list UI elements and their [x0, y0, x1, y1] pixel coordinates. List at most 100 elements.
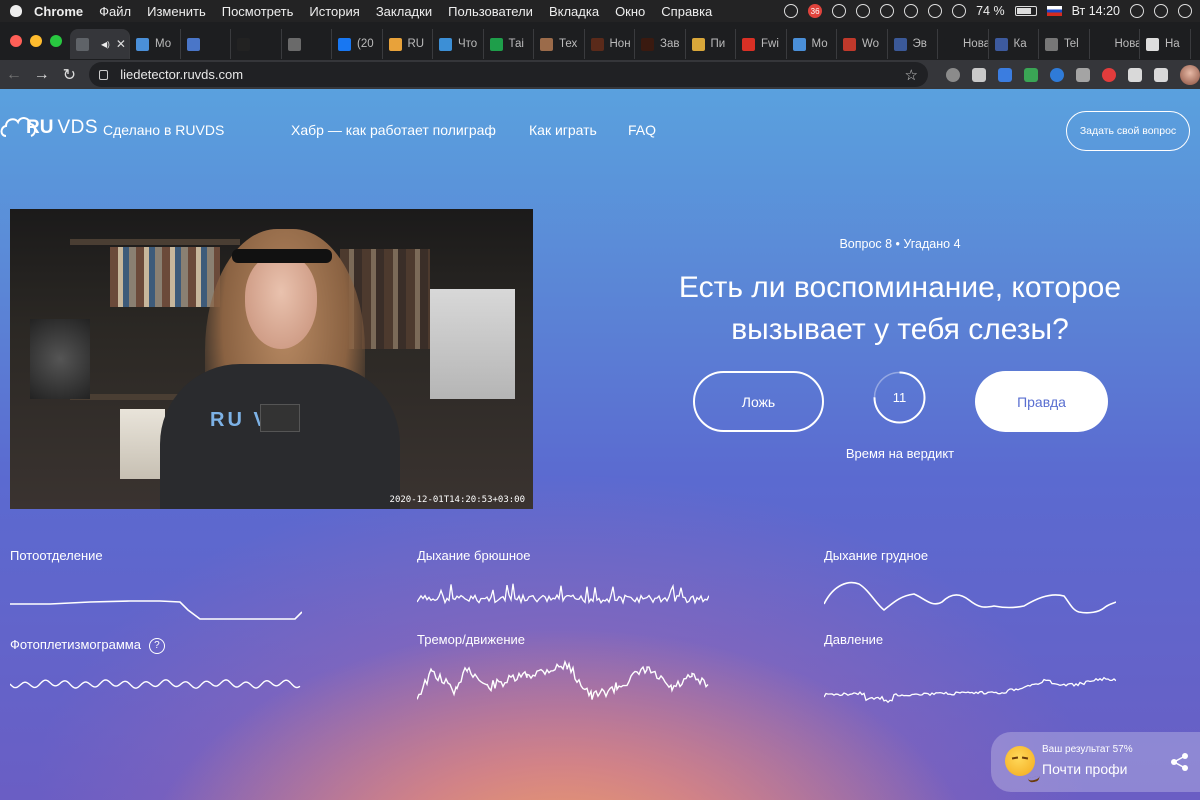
tab-label: Мо: [811, 38, 828, 50]
browser-tab[interactable]: (20: [332, 29, 383, 59]
menu-tab[interactable]: Вкладка: [541, 4, 607, 19]
tab-label: Tel: [1064, 38, 1079, 50]
browser-tab[interactable]: Tel: [1039, 29, 1090, 59]
reload-icon[interactable]: ↻: [56, 65, 84, 85]
how-to-play-link[interactable]: Как играть: [529, 122, 597, 138]
zoom-icon[interactable]: [904, 4, 919, 18]
book-cover: [120, 409, 165, 479]
sensor-label-pressure: Давление: [824, 632, 884, 647]
m-icon: [590, 37, 604, 51]
browser-tab[interactable]: [282, 29, 332, 59]
blank-page-icon: [944, 37, 957, 51]
browser-tab[interactable]: [231, 29, 282, 59]
sensor-device: [260, 404, 300, 432]
menu-people[interactable]: Пользователи: [440, 4, 541, 19]
faq-link[interactable]: FAQ: [628, 122, 656, 138]
control-center-icon[interactable]: [1178, 4, 1192, 18]
globe-extension-icon[interactable]: [945, 67, 960, 82]
menu-help[interactable]: Справка: [653, 4, 720, 19]
browser-tab[interactable]: Новая: [938, 29, 989, 59]
close-window-icon[interactable]: [10, 35, 22, 47]
translate-extension-icon[interactable]: [997, 67, 1012, 82]
browser-tab[interactable]: Fwi: [736, 29, 787, 59]
help-icon[interactable]: ?: [148, 637, 165, 654]
browser-tab[interactable]: Ка: [989, 29, 1039, 59]
lock-icon[interactable]: [99, 69, 109, 80]
bookmark-star-icon[interactable]: ☆: [905, 66, 918, 84]
menu-bookmarks[interactable]: Закладки: [368, 4, 440, 19]
vpn-icon[interactable]: [856, 4, 871, 18]
robot-extension-icon[interactable]: [1075, 67, 1090, 82]
adblock-extension-icon[interactable]: [971, 67, 986, 82]
browser-tab[interactable]: На: [1140, 29, 1191, 59]
tab-label: (20: [357, 38, 374, 50]
apple-icon[interactable]: [6, 0, 26, 22]
yc-icon: [287, 37, 301, 51]
speaker-icon[interactable]: ◀): [101, 40, 110, 49]
minimize-window-icon[interactable]: [30, 35, 42, 47]
truth-button[interactable]: Правда: [975, 371, 1108, 432]
spotlight-icon[interactable]: [1130, 4, 1144, 18]
menu-window[interactable]: Окно: [607, 4, 653, 19]
browser-tab[interactable]: Пи: [686, 29, 736, 59]
browser-tab[interactable]: Мо: [787, 29, 837, 59]
video-feed[interactable]: RU VD 2020-12-01T14:20:53+03:00: [10, 209, 533, 509]
tab-label: Ка: [1013, 38, 1027, 50]
tab-active[interactable]: ◀) ✕: [70, 29, 130, 59]
wifi-icon[interactable]: [952, 4, 967, 18]
menu-history[interactable]: История: [301, 4, 367, 19]
battery-icon[interactable]: [1014, 6, 1037, 16]
habr-link[interactable]: Хабр — как работает полиграф: [291, 122, 496, 138]
ask-question-button[interactable]: Задать свой вопрос: [1066, 111, 1190, 151]
media-playlist-icon[interactable]: [1153, 67, 1168, 82]
bolt-icon[interactable]: [880, 4, 895, 18]
chart-extension-icon[interactable]: [1023, 67, 1038, 82]
browser-tab[interactable]: Эв: [888, 29, 938, 59]
menu-view[interactable]: Посмотреть: [214, 4, 302, 19]
creative-cloud-icon[interactable]: [784, 4, 799, 18]
download-extension-icon[interactable]: [1049, 67, 1064, 82]
tab-label: Эв: [912, 38, 927, 50]
menu-edit[interactable]: Изменить: [139, 4, 214, 19]
back-icon[interactable]: ←: [0, 66, 28, 84]
tab-label: Новая: [1114, 38, 1140, 50]
url-text[interactable]: liedetector.ruvds.com: [120, 67, 243, 82]
notification-badge-icon[interactable]: 36: [808, 4, 823, 18]
browser-tab[interactable]: Нон: [585, 29, 635, 59]
browser-tab[interactable]: Что: [433, 29, 484, 59]
puzzle-extensions-icon[interactable]: [1127, 67, 1142, 82]
browser-tab[interactable]: Мо: [130, 29, 181, 59]
browser-tab[interactable]: Wo: [837, 29, 888, 59]
window-controls: [10, 35, 62, 47]
menu-app-name[interactable]: Chrome: [26, 4, 91, 19]
browser-tab[interactable]: Новая: [1090, 29, 1140, 59]
browser-tab[interactable]: Тех: [534, 29, 585, 59]
forward-icon[interactable]: →: [28, 66, 56, 84]
lie-button[interactable]: Ложь: [693, 371, 824, 432]
user-icon[interactable]: [1154, 4, 1168, 18]
browser-tab[interactable]: Таі: [484, 29, 534, 59]
browser-tab[interactable]: RU: [383, 29, 433, 59]
cloud-sync-icon[interactable]: [832, 4, 847, 18]
tab-label: RU: [407, 38, 425, 50]
smirk-emoji-icon: [1005, 746, 1041, 784]
result-widget[interactable]: Ваш результат 57% Почти профи: [991, 732, 1200, 792]
input-source-flag-icon[interactable]: [1046, 6, 1062, 16]
sensor-label-sweat: Потоотделение: [10, 548, 103, 563]
sensor-label-ppg-text: Фотоплетизмограмма: [10, 637, 141, 652]
close-tab-icon[interactable]: ✕: [116, 37, 126, 51]
made-in-ruvds-link[interactable]: Сделано в RUVDS: [103, 122, 224, 138]
menu-file[interactable]: Файл: [91, 4, 139, 19]
ruvds-logo[interactable]: RU VDS: [0, 111, 98, 139]
bluetooth-icon[interactable]: [928, 4, 943, 18]
address-bar[interactable]: liedetector.ruvds.com ☆: [89, 62, 928, 87]
block-extension-icon[interactable]: [1101, 67, 1116, 82]
profile-avatar[interactable]: [1179, 64, 1200, 85]
zoom-window-icon[interactable]: [50, 35, 62, 47]
share-icon[interactable]: [1170, 752, 1190, 772]
clock[interactable]: Вт 14:20: [1072, 4, 1120, 18]
browser-tab[interactable]: [181, 29, 231, 59]
browser-tab[interactable]: Зав: [635, 29, 686, 59]
timer-seconds: 11: [892, 390, 907, 405]
cloud-icon: [136, 37, 149, 51]
